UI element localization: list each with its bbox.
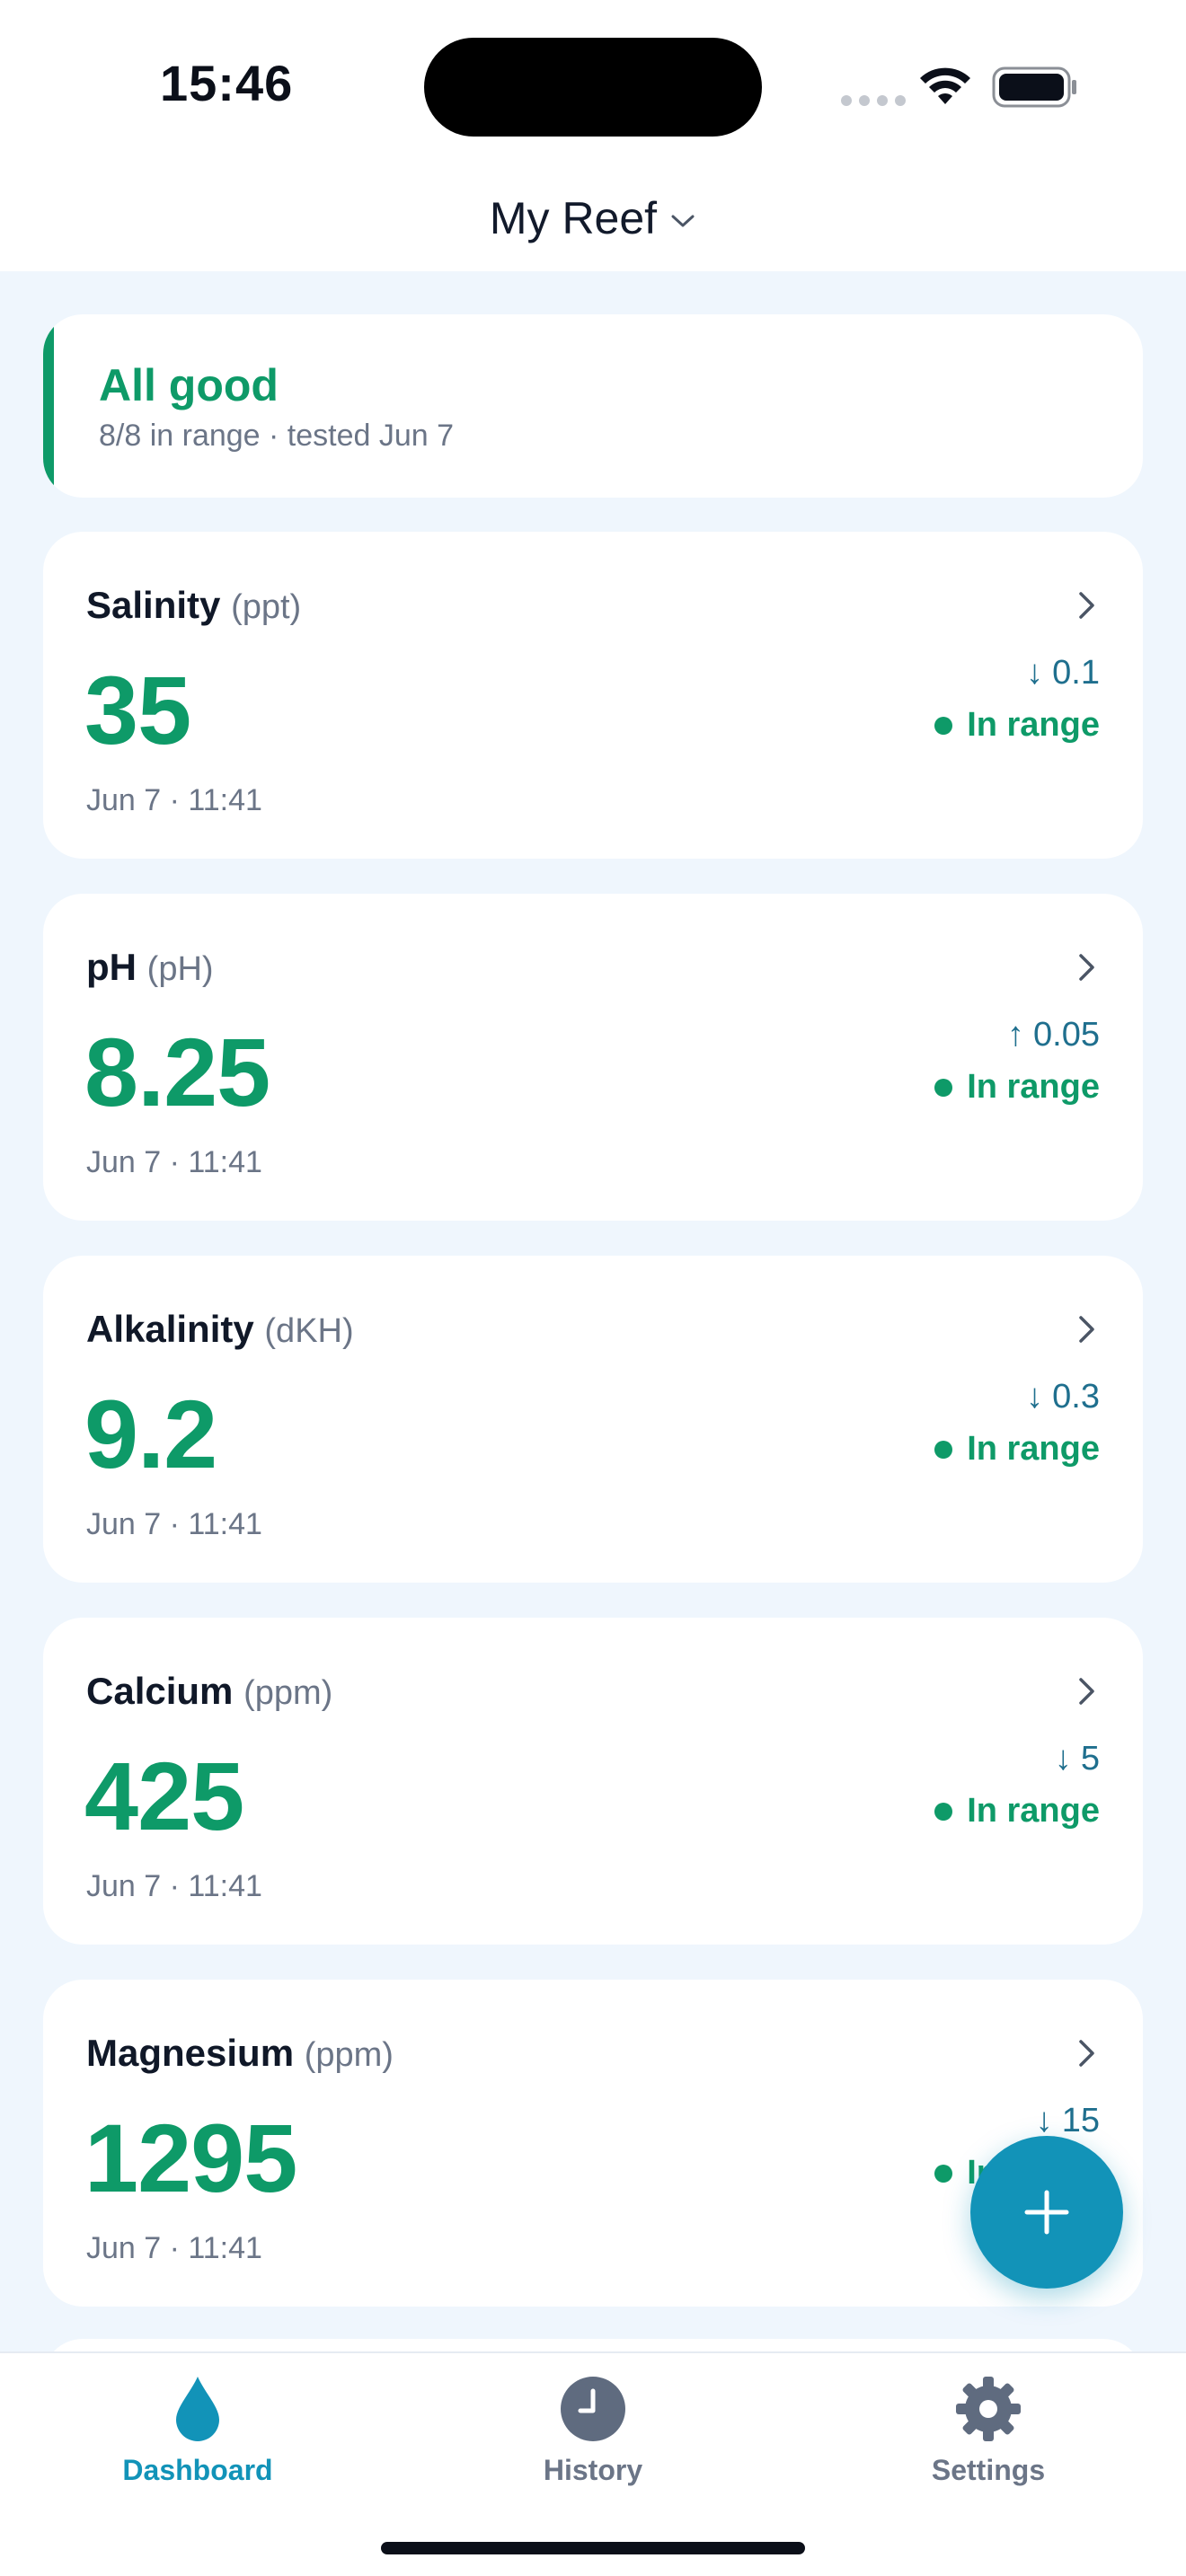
metric-delta: ↑ 0.05	[1007, 1016, 1100, 1054]
status-badge: In range	[934, 706, 1100, 745]
chevron-right-icon	[1079, 954, 1094, 981]
metric-value: 9.2	[84, 1380, 217, 1488]
metric-card-alkalinity[interactable]: Alkalinity (dKH) 9.2 Jun 7 · 11:41 ↓ 0.3…	[43, 1256, 1143, 1583]
metric-card-salinity[interactable]: Salinity (ppt) 35 Jun 7 · 11:41 ↓ 0.1 In…	[43, 532, 1143, 859]
metric-name: pH	[86, 946, 137, 988]
summary-accent-bar	[43, 314, 54, 498]
summary-title: All good	[99, 360, 279, 410]
metric-timestamp: Jun 7 · 11:41	[86, 2231, 262, 2265]
metric-timestamp: Jun 7 · 11:41	[86, 1507, 262, 1541]
arrow-down-icon: ↓	[1054, 1740, 1072, 1778]
summary-banner: All good 8/8 in range · tested Jun 7	[43, 314, 1143, 498]
status-label: In range	[967, 1068, 1100, 1106]
delta-value: 5	[1080, 1740, 1100, 1778]
metric-card-ph[interactable]: pH (pH) 8.25 Jun 7 · 11:41 ↑ 0.05 In ran…	[43, 894, 1143, 1221]
status-label: In range	[967, 1430, 1100, 1468]
tab-dashboard[interactable]: Dashboard	[90, 2375, 305, 2487]
metric-timestamp: Jun 7 · 11:41	[86, 1869, 262, 1903]
metric-unit: (ppt)	[231, 588, 302, 626]
add-reading-button[interactable]	[970, 2136, 1123, 2289]
tab-bar: Dashboard History Settings	[0, 2351, 1186, 2576]
metric-name: Magnesium	[86, 2032, 295, 2074]
chevron-right-icon	[1079, 2040, 1094, 2067]
home-indicator[interactable]	[381, 2542, 805, 2554]
metric-delta: ↓ 5	[1055, 1740, 1100, 1778]
status-dot-icon	[934, 1078, 953, 1097]
chevron-right-icon	[1079, 1316, 1094, 1343]
status-badge: In range	[934, 1068, 1100, 1107]
delta-value: 0.05	[1033, 1016, 1100, 1054]
metric-header: Calcium (ppm)	[86, 1670, 332, 1713]
metric-unit: (pH)	[146, 950, 214, 988]
page-title: My Reef	[489, 193, 658, 243]
tab-label: History	[543, 2454, 643, 2486]
status-label: In range	[967, 706, 1100, 744]
droplet-icon	[176, 2377, 219, 2441]
gear-icon	[956, 2377, 1021, 2441]
cellular-signal-icon	[841, 95, 906, 106]
status-badge: In range	[934, 1430, 1100, 1469]
status-label: In range	[967, 1792, 1100, 1830]
metric-name: Calcium	[86, 1670, 234, 1712]
metric-header: Alkalinity (dKH)	[86, 1308, 354, 1351]
dynamic-island	[424, 38, 762, 137]
metric-name: Alkalinity	[86, 1308, 254, 1350]
metric-delta: ↓ 0.3	[1026, 1378, 1100, 1416]
metric-delta: ↓ 15	[1036, 2102, 1100, 2140]
tab-history[interactable]: History	[485, 2375, 701, 2487]
delta-value: 0.3	[1052, 1378, 1100, 1416]
metric-timestamp: Jun 7 · 11:41	[86, 783, 262, 817]
chevron-right-icon	[1079, 592, 1094, 619]
status-dot-icon	[934, 1440, 953, 1459]
status-bar: 15:46	[0, 0, 1186, 171]
metric-header: Magnesium (ppm)	[86, 2032, 394, 2075]
metric-delta: ↓ 0.1	[1026, 654, 1100, 693]
metric-value: 35	[84, 656, 191, 764]
battery-icon	[992, 66, 1076, 108]
metric-header: Salinity (ppt)	[86, 584, 301, 627]
chevron-down-icon	[671, 215, 695, 227]
delta-value: 15	[1061, 2102, 1100, 2139]
metric-value: 1295	[84, 2104, 297, 2212]
arrow-up-icon: ↑	[1007, 1016, 1025, 1054]
status-dot-icon	[934, 1802, 953, 1821]
delta-value: 0.1	[1052, 654, 1100, 692]
metric-unit: (dKH)	[264, 1312, 354, 1350]
metric-header: pH (pH)	[86, 946, 214, 989]
arrow-down-icon: ↓	[1026, 654, 1044, 692]
metric-timestamp: Jun 7 · 11:41	[86, 1145, 262, 1179]
status-time: 15:46	[160, 55, 294, 111]
metric-name: Salinity	[86, 584, 221, 626]
arrow-down-icon: ↓	[1035, 2102, 1053, 2139]
tab-settings[interactable]: Settings	[881, 2375, 1096, 2487]
chevron-right-icon	[1079, 1678, 1094, 1705]
metric-unit: (ppm)	[243, 1674, 333, 1712]
status-badge: In range	[934, 1792, 1100, 1831]
metric-card-magnesium[interactable]: Magnesium (ppm) 1295 Jun 7 · 11:41 ↓ 15 …	[43, 1980, 1143, 2307]
tab-label: Settings	[931, 2454, 1046, 2486]
metric-card-calcium[interactable]: Calcium (ppm) 425 Jun 7 · 11:41 ↓ 5 In r…	[43, 1618, 1143, 1945]
tab-label: Dashboard	[122, 2454, 273, 2486]
wifi-icon	[920, 67, 970, 104]
status-dot-icon	[934, 716, 953, 735]
metric-value: 8.25	[84, 1018, 270, 1126]
metric-value: 425	[84, 1742, 244, 1850]
clock-icon	[561, 2377, 625, 2441]
status-dot-icon	[934, 2164, 953, 2183]
nav-header: My Reef	[0, 171, 1186, 271]
summary-subtitle: 8/8 in range · tested Jun 7	[99, 419, 455, 453]
screen: 15:46 My Reef All good 8/8 in range · te…	[0, 0, 1186, 2576]
tank-selector[interactable]: My Reef	[0, 192, 1186, 244]
plus-icon	[1024, 2190, 1069, 2235]
arrow-down-icon: ↓	[1026, 1378, 1044, 1416]
metric-unit: (ppm)	[304, 2036, 394, 2074]
